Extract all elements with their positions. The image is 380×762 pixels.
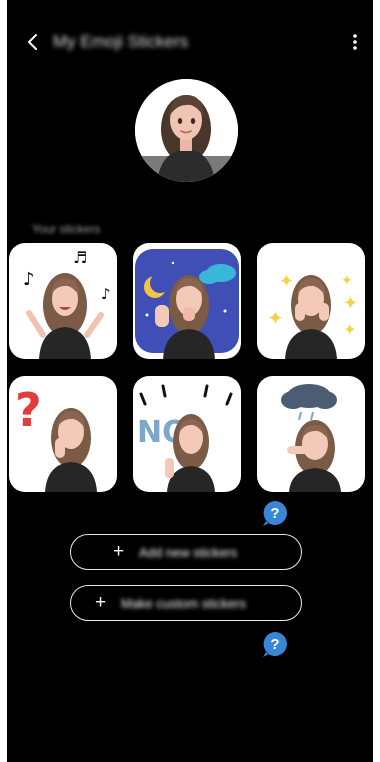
help-icon: ? xyxy=(263,501,287,526)
back-button[interactable] xyxy=(19,28,47,56)
sparkle-icon: ✦ xyxy=(343,293,358,313)
sticker-sparkles[interactable]: ✦ ✦ ✦ ✦ ✦ xyxy=(257,243,365,359)
add-new-stickers-button[interactable]: + Add new stickers xyxy=(70,534,302,570)
plus-icon: + xyxy=(113,541,125,562)
sticker-music[interactable]: ♪ ♬ ♪ xyxy=(9,243,117,359)
sticker-cloud[interactable] xyxy=(257,376,365,492)
sparkle-icon: ✦ xyxy=(279,271,294,291)
plus-icon: + xyxy=(95,592,107,613)
svg-text:?: ? xyxy=(270,636,279,653)
help-badge[interactable]: ? xyxy=(261,499,289,527)
more-vertical-icon xyxy=(353,34,357,50)
sticker-question[interactable]: ? xyxy=(9,376,117,492)
music-note-icon: ♪ xyxy=(23,269,35,290)
app-bar: My Emoji Stickers xyxy=(7,24,373,60)
sparkle-icon: ✦ xyxy=(341,272,353,288)
sparkle-icon: ✦ xyxy=(267,308,284,330)
make-custom-stickers-label: Make custom stickers xyxy=(121,596,246,611)
help-badge[interactable]: ? xyxy=(261,630,289,658)
chevron-left-icon xyxy=(28,34,37,50)
avatar[interactable] xyxy=(135,79,238,182)
more-options-button[interactable] xyxy=(343,28,367,56)
music-notes-icon: ♬ xyxy=(73,248,87,267)
add-new-stickers-label: Add new stickers xyxy=(139,545,238,560)
sticker-no[interactable]: NO xyxy=(133,376,241,492)
make-custom-stickers-button[interactable]: + Make custom stickers xyxy=(70,585,302,621)
svg-text:?: ? xyxy=(270,505,279,522)
section-label-your-stickers: Your stickers xyxy=(32,222,101,236)
page-title: My Emoji Stickers xyxy=(53,32,189,51)
question-mark-icon: ? xyxy=(15,383,42,437)
music-note-icon: ♪ xyxy=(101,285,111,303)
sparkle-icon: ✦ xyxy=(343,322,356,339)
screen: My Emoji Stickers Your stickers ♪ ♬ ♪ ✦ … xyxy=(7,0,373,762)
sticker-night[interactable] xyxy=(133,243,241,359)
help-icon: ? xyxy=(263,632,287,657)
